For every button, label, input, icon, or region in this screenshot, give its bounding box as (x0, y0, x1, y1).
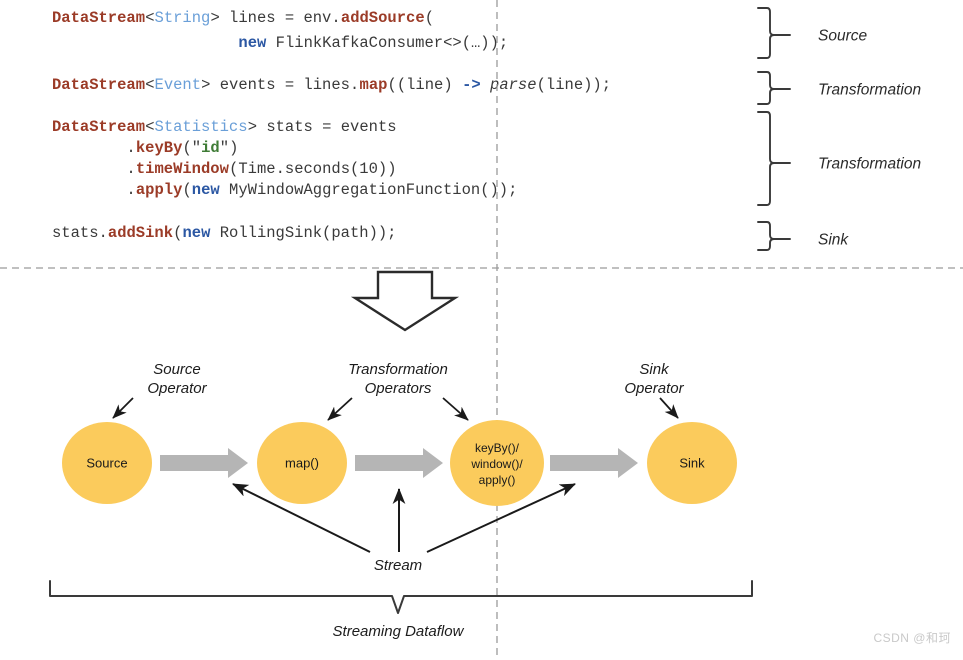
code-token: ( (182, 139, 191, 157)
label-source-operator-line: Operator (147, 380, 207, 397)
code-token: DataStream (52, 118, 145, 136)
code-line: .keyBy("id") (52, 139, 238, 157)
code-token (52, 34, 238, 52)
label-transformation-operators-line: Operators (365, 380, 432, 397)
code-token: ( (182, 181, 191, 199)
label-source-operator: Source Operator (147, 361, 207, 397)
label-transformation-operators-line: Transformation (348, 361, 448, 378)
pointer-window-operator (442, 397, 469, 421)
code-listing: DataStream<String> lines = env.addSource… (52, 9, 611, 242)
code-token: > lines = env. (210, 9, 340, 27)
code-token: ((line) (388, 76, 462, 94)
node-map-label-line: map() (285, 456, 319, 471)
flink-dataflow-figure: DataStream<String> lines = env.addSource… (0, 0, 963, 660)
code-token: < (145, 9, 154, 27)
figure-canvas: DataStream<String> lines = env.addSource… (0, 0, 963, 660)
code-token: (Time.seconds(10)) (229, 160, 396, 178)
code-token: > stats = events (248, 118, 397, 136)
code-token: timeWindow (136, 160, 230, 178)
down-arrow-icon (350, 270, 460, 332)
label-transformation-operators: Transformation Operators (348, 361, 448, 397)
code-token: DataStream (52, 9, 145, 27)
stream-label: Stream (374, 557, 422, 574)
brace-source-label: Source (818, 28, 867, 45)
brace-source-brace (757, 7, 775, 59)
streaming-dataflow-label: Streaming Dataflow (333, 623, 465, 640)
code-token: Statistics (155, 118, 248, 136)
brace-sink-brace (757, 221, 775, 251)
code-token: DataStream (52, 76, 145, 94)
node-sink-label: Sink (679, 456, 705, 471)
code-token: ( (173, 224, 182, 242)
code-token: < (145, 118, 154, 136)
flow-arrow-source-to-map (160, 448, 248, 478)
node-map-label: map() (285, 456, 319, 471)
code-token: " (192, 139, 201, 157)
code-token: . (52, 139, 136, 157)
code-line: DataStream<String> lines = env.addSource… (52, 9, 434, 27)
code-token: . (52, 160, 136, 178)
operator-labels: Source Operator Transformation Operators Sin… (147, 361, 684, 397)
flow-arrows (160, 448, 638, 478)
node-source-label: Source (86, 456, 127, 471)
brace-transformation-2-label: Transformation (818, 156, 921, 173)
pointer-source-operator (112, 397, 134, 419)
node-window-label-line: keyBy()/ (475, 441, 520, 455)
code-token: Event (155, 76, 202, 94)
code-token: . (52, 181, 136, 199)
node-window-label-line: apply() (479, 473, 516, 487)
code-token: apply (136, 181, 183, 199)
operator-pointer-arrows (112, 397, 679, 421)
brace-transformation-1-brace (757, 71, 775, 105)
pointer-sink-operator (659, 397, 679, 419)
streaming-dataflow-bracket (49, 580, 753, 614)
brace-transformation-1-label: Transformation (818, 82, 921, 99)
node-window-label-line: window()/ (470, 457, 523, 471)
code-token: -> (462, 76, 481, 94)
code-token: MyWindowAggregationFunction()); (220, 181, 518, 199)
pointer-map-operator (327, 397, 353, 421)
csdn-watermark: CSDN @和珂 (873, 631, 951, 645)
brace-annotations: Source Transformation Transformation Sink (757, 7, 921, 251)
code-line: new FlinkKafkaConsumer<>(…)); (52, 34, 508, 52)
label-source-operator-line: Source (153, 361, 201, 378)
code-token: ) (229, 139, 238, 157)
code-token: addSink (108, 224, 173, 242)
label-sink-operator-line: Sink (639, 361, 670, 378)
code-token: new (192, 181, 221, 199)
code-token: RollingSink(path)); (210, 224, 396, 242)
code-token: String (155, 9, 211, 27)
code-token: parse (489, 76, 537, 94)
code-token: id (201, 139, 220, 157)
code-line: .apply(new MyWindowAggregationFunction()… (52, 181, 517, 199)
flow-arrow-window-to-sink (550, 448, 638, 478)
code-token: " (220, 139, 229, 157)
label-sink-operator-line: Operator (624, 380, 684, 397)
brace-transformation-2-brace (757, 111, 775, 206)
node-sink-label-line: Sink (679, 456, 705, 471)
node-source-label-line: Source (86, 456, 127, 471)
label-sink-operator: Sink Operator (624, 361, 684, 397)
code-line: DataStream<Event> events = lines.map((li… (52, 76, 611, 94)
code-token: > events = lines. (201, 76, 359, 94)
code-token: ( (425, 9, 434, 27)
code-token: keyBy (136, 139, 183, 157)
code-token: (line)); (537, 76, 611, 94)
code-line: DataStream<Statistics> stats = events (52, 118, 397, 136)
code-token: new (182, 224, 211, 242)
code-token: stats. (52, 224, 108, 242)
code-token (481, 76, 490, 94)
code-token: map (360, 76, 388, 94)
code-token: FlinkKafkaConsumer<>(…)); (266, 34, 508, 52)
flow-arrow-map-to-window (355, 448, 443, 478)
code-token: < (145, 76, 154, 94)
code-line: .timeWindow(Time.seconds(10)) (52, 160, 397, 178)
code-token: addSource (341, 9, 425, 27)
brace-sink-label: Sink (818, 232, 849, 249)
code-token: new (238, 34, 267, 52)
code-line: stats.addSink(new RollingSink(path)); (52, 224, 396, 242)
